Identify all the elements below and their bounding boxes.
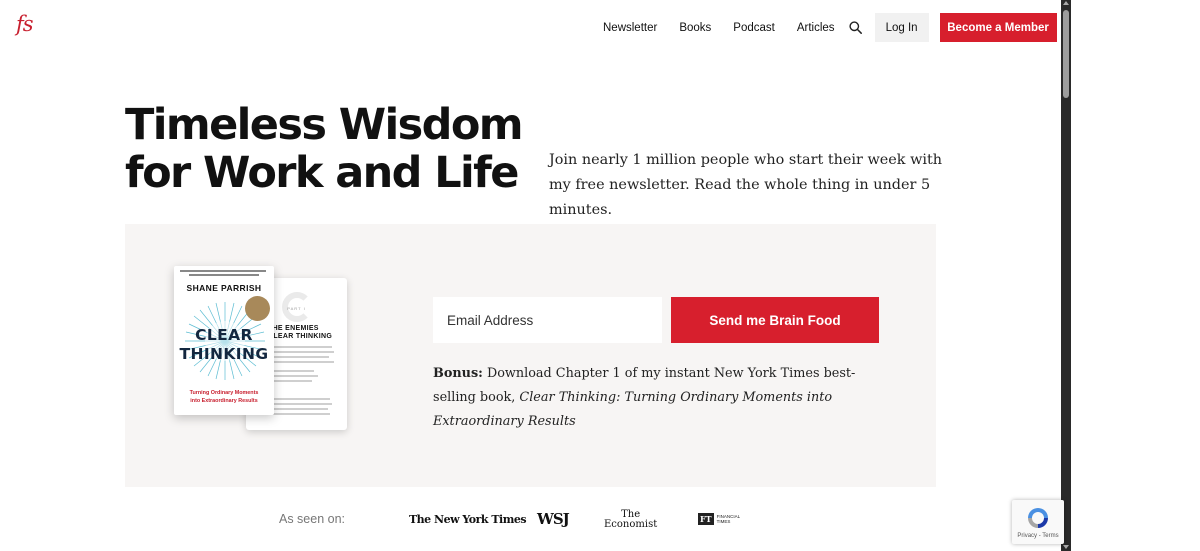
economist-line-2: Economist <box>604 519 658 530</box>
book-title-line-2: THINKING <box>179 345 269 363</box>
signup-card: PART I THE ENEMIES CLEAR THINKING SHANE … <box>125 224 936 487</box>
wsj-logo: WSJ <box>537 510 570 528</box>
text-line <box>268 408 328 410</box>
scroll-up-arrow[interactable] <box>1063 1 1069 5</box>
book-subtitle: Turning Ordinary Moments into Extraordin… <box>174 389 274 405</box>
text-line <box>274 375 318 377</box>
chapter-title-line-1: THE ENEMIES <box>268 325 319 332</box>
recaptcha-badge[interactable]: Privacy - Terms <box>1012 500 1064 544</box>
nav-newsletter[interactable]: Newsletter <box>603 22 657 34</box>
as-seen-on-label: As seen on: <box>279 512 346 526</box>
book-title-line-1: CLEAR <box>195 326 253 344</box>
text-line <box>268 413 330 415</box>
become-member-button[interactable]: Become a Member <box>939 13 1057 42</box>
book-title: CLEAR THINKING <box>174 326 274 364</box>
hero-description: Join nearly 1 million people who start t… <box>549 152 943 218</box>
chapter-title-line-2: CLEAR THINKING <box>268 333 333 340</box>
bonus-text: Bonus: Download Chapter 1 of my instant … <box>433 362 893 434</box>
email-input[interactable] <box>433 297 662 343</box>
hero-title-line-2: for Work and Life <box>125 148 519 198</box>
recaptcha-icon <box>1028 508 1048 528</box>
site-logo[interactable]: fs <box>16 12 34 36</box>
book-cover: SHANE PARRISH CLEAR THINKING Turning Ord… <box>174 266 274 415</box>
scroll-thumb[interactable] <box>1063 10 1069 98</box>
scroll-down-arrow[interactable] <box>1063 545 1069 549</box>
search-icon[interactable] <box>849 21 863 35</box>
book-subtitle-line-1: Turning Ordinary Moments <box>189 390 259 396</box>
economist-logo: The Economist <box>604 510 657 530</box>
nav-articles[interactable]: Articles <box>797 22 835 34</box>
login-button[interactable]: Log In <box>874 13 929 42</box>
hero-title: Timeless Wisdom for Work and Life <box>125 101 525 197</box>
chapter-title: THE ENEMIES CLEAR THINKING <box>268 325 332 341</box>
text-line <box>274 351 334 353</box>
text-line <box>274 370 314 372</box>
scrollbar[interactable] <box>1061 0 1071 551</box>
send-brain-food-button[interactable]: Send me Brain Food <box>671 297 879 343</box>
cover-blurb <box>180 270 268 280</box>
text-line <box>274 361 334 363</box>
text-line <box>268 398 330 400</box>
bestseller-seal <box>245 296 270 321</box>
ft-text-line-2: TIMES <box>716 519 731 524</box>
page: fs Newsletter Books Podcast Articles Log… <box>0 0 1061 551</box>
book-subtitle-line-2: into Extraordinary Results <box>190 398 258 404</box>
ft-mark: FT <box>698 513 714 525</box>
text-line <box>274 356 329 358</box>
nav-books[interactable]: Books <box>679 22 711 34</box>
main-nav: Newsletter Books Podcast Articles Log In… <box>603 13 1057 42</box>
ft-logo: FT FINANCIAL TIMES <box>698 513 740 525</box>
ft-text: FINANCIAL TIMES <box>717 514 741 524</box>
hero-title-line-1: Timeless Wisdom <box>125 100 524 150</box>
nav-podcast[interactable]: Podcast <box>733 22 775 34</box>
text-line <box>268 403 332 405</box>
bonus-label: Bonus: <box>433 366 483 381</box>
nyt-logo: The New York Times <box>409 513 527 526</box>
text-line <box>274 380 312 382</box>
recaptcha-text[interactable]: Privacy - Terms <box>1012 533 1064 539</box>
book-author: SHANE PARRISH <box>186 283 262 293</box>
text-line <box>274 346 332 348</box>
